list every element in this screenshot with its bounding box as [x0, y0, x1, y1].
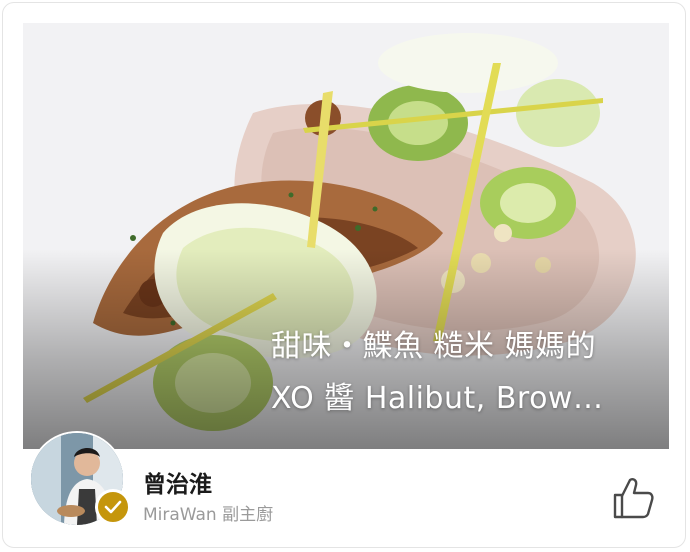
check-icon [104, 500, 122, 514]
like-button[interactable] [611, 475, 655, 521]
recipe-card[interactable]: 甜味・鰈魚 糙米 媽媽的 XO 醬 Halibut, Brow… 曾治淮 Mir… [2, 2, 686, 548]
dish-photo[interactable]: 甜味・鰈魚 糙米 媽媽的 XO 醬 Halibut, Brow… [23, 23, 669, 449]
author-name[interactable]: 曾治淮 [143, 465, 212, 499]
recipe-title-line-1: 甜味・鰈魚 糙米 媽媽的 [271, 329, 597, 364]
recipe-title[interactable]: 甜味・鰈魚 糙米 媽媽的 XO 醬 Halibut, Brow… [271, 321, 631, 425]
author-role: MiraWan 副主廚 [143, 505, 274, 525]
thumbs-up-icon [613, 478, 654, 519]
recipe-title-line-2: XO 醬 Halibut, Brow… [271, 381, 604, 416]
verified-badge [95, 489, 131, 525]
